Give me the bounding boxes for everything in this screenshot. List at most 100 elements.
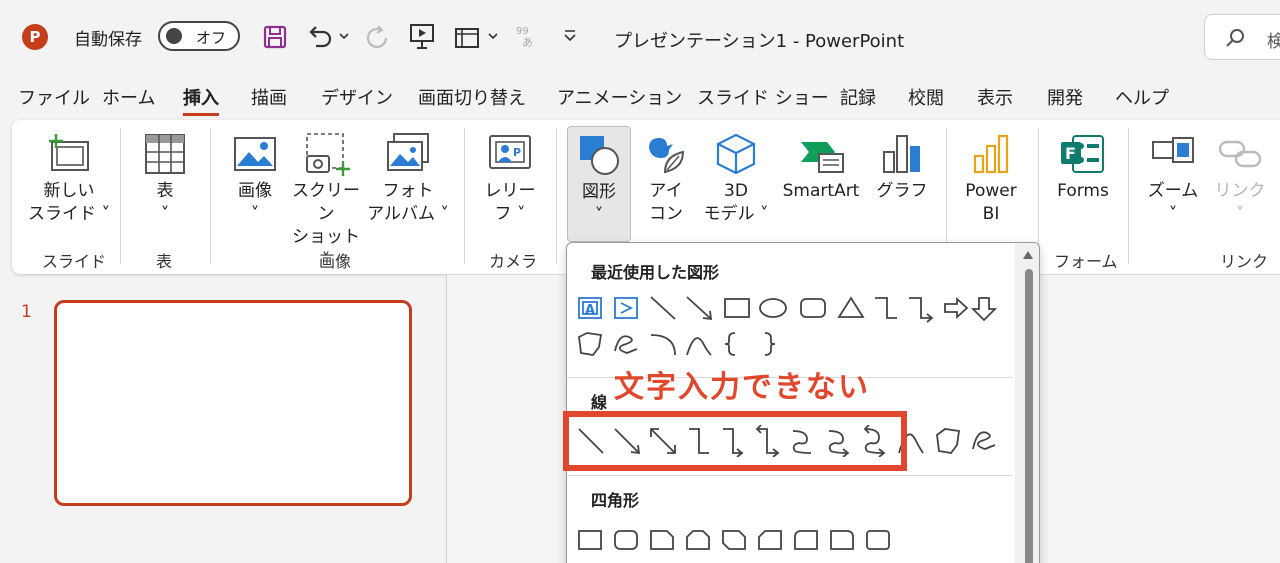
scroll-thumb[interactable] [1025,269,1033,563]
new-slide-icon [49,134,89,171]
icons-icon [649,138,685,174]
shapes-button[interactable]: 図形 ˅ [567,126,631,242]
cameo-button[interactable]: P レリー フ ˅ [478,132,542,226]
search-icon [1226,29,1244,47]
svg-text:P: P [513,146,521,159]
redo-icon[interactable] [364,24,392,52]
slide-thumbnail[interactable] [54,300,412,506]
chart-icon [883,135,920,173]
group-separator [210,128,211,264]
tab-help[interactable]: ヘルプ [1115,84,1169,110]
scroll-up-icon[interactable] [1023,251,1033,259]
group-label-forms: フォーム [1054,252,1118,271]
shapes-label: 図形 ˅ [582,182,616,225]
smartart-label: SmartArt [782,181,860,201]
group-separator [464,128,465,264]
tab-home[interactable]: ホーム [102,84,155,110]
toggle-knob [166,28,182,44]
undo-icon[interactable] [304,22,334,52]
photo-album-button[interactable]: フォト アルバム ˅ [366,132,450,226]
image-button[interactable]: 画像 ˅ [226,132,284,226]
screenshot-icon[interactable] [453,24,481,50]
title-bar: P 自動保存 オフ 99 あ プレゼンテーション1 - PowerPoint 検 [0,0,1280,76]
spelling-icon: 99 あ [516,26,533,49]
cameo-label: レリー フ ˅ [484,181,536,224]
gallery-scrollbar[interactable] [1015,243,1039,563]
chart-button[interactable]: グラフ [872,132,932,203]
tab-developer[interactable]: 開発 [1047,84,1083,110]
customize-qat-icon[interactable] [562,28,578,44]
save-icon[interactable] [262,24,288,50]
annotation-highlight-box [563,411,907,471]
group-label-images: 画像 [319,252,352,271]
link-button[interactable]: リンク ˅ [1208,132,1272,226]
powerpoint-logo: P [22,24,48,50]
group-separator [1128,128,1129,264]
3d-models-label: 3D モデル ˅ [703,181,769,224]
tab-slideshow[interactable]: スライド ショー [697,84,829,110]
screen-clip-icon [306,133,350,176]
group-label-tables: 表 [156,252,173,271]
tab-draw[interactable]: 描画 [251,84,287,110]
photo-album-icon [387,133,429,171]
group-label-camera: カメラ [489,252,538,271]
chevron-down-icon[interactable] [487,30,499,42]
cube-icon [716,133,756,175]
recent-shapes-row-1[interactable]: A [575,293,1015,323]
tab-view[interactable]: 表示 [977,84,1013,110]
document-title: プレゼンテーション1 - PowerPoint [614,31,905,52]
annotation-text: 文字入力できない [614,370,870,405]
link-label: リンク ˅ [1214,181,1266,224]
table-icon [145,134,185,174]
image-label: 画像 ˅ [238,181,272,224]
tab-animations[interactable]: アニメーション [557,84,682,110]
group-label-slides: スライド [42,252,107,271]
tab-record[interactable]: 記録 [840,84,876,110]
icons-label: アイ コン [649,181,683,224]
forms-icon: F [1061,135,1104,173]
new-slide-button[interactable]: 新しい スライド ˅ [26,132,112,226]
tab-insert[interactable]: 挿入 [183,84,219,116]
smartart-button[interactable]: SmartArt [776,132,866,203]
shapes-icon [580,136,619,175]
search-placeholder: 検 [1267,32,1280,52]
rectangles-shapes-row[interactable] [575,527,905,553]
chart-label: グラフ [876,181,928,201]
recent-shapes-row-2[interactable] [575,329,815,359]
photo-album-label: フォト アルバム ˅ [367,181,449,224]
forms-button[interactable]: F Forms [1048,132,1118,203]
section-rectangles: 四角形 [591,491,640,510]
smartart-icon [801,142,844,173]
table-label: 表 ˅ [156,181,174,224]
section-divider [567,475,1013,476]
power-bi-button[interactable]: Power BI [956,132,1026,226]
search-box[interactable]: 検 [1204,14,1280,60]
group-separator [120,128,121,264]
slide-number: 1 [21,302,32,322]
group-separator [556,128,557,264]
3d-models-button[interactable]: 3D モデル ˅ [700,132,772,226]
power-bi-icon [973,134,1009,174]
autosave-state: オフ [196,29,227,47]
tab-transitions[interactable]: 画面切り替え [418,84,526,110]
image-icon [234,137,276,171]
svg-text:F: F [1065,144,1076,163]
tab-review[interactable]: 校閲 [908,84,944,110]
new-slide-label: 新しい スライド ˅ [28,181,110,224]
cameo-icon: P [489,135,531,169]
present-from-start-icon[interactable] [408,22,436,52]
tab-design[interactable]: デザイン [321,84,393,110]
zoom-button[interactable]: ズーム ˅ [1142,132,1204,226]
chevron-down-icon[interactable] [338,30,350,42]
group-label-links: リンク [1220,252,1269,271]
icons-button[interactable]: アイ コン [636,132,696,226]
zoom-icon [1152,137,1194,163]
power-bi-label: Power BI [965,181,1017,224]
link-icon [1218,140,1262,168]
forms-label: Forms [1057,181,1109,201]
tab-file[interactable]: ファイル [18,84,90,110]
autosave-label: 自動保存 [74,30,142,50]
autosave-toggle[interactable]: オフ [158,21,240,51]
table-button[interactable]: 表 ˅ [136,132,194,226]
svg-text:あ: あ [522,36,533,49]
